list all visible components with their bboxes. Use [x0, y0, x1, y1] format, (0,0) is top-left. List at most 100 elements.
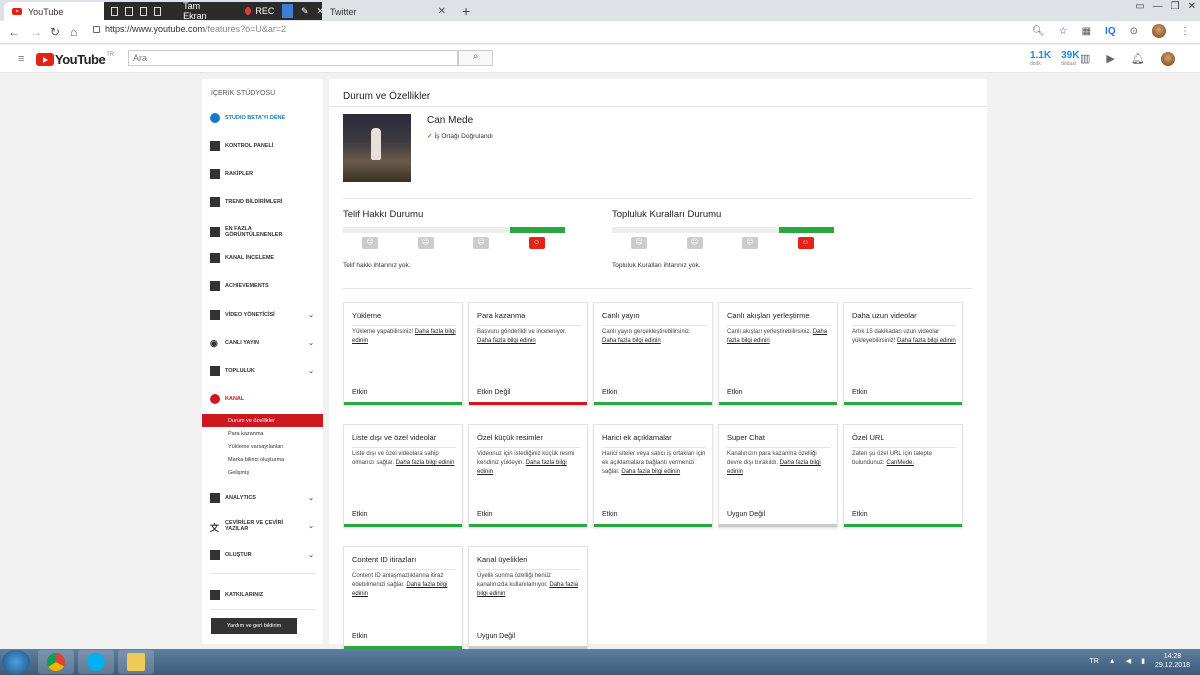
language-indicator[interactable]: TR — [1089, 658, 1098, 665]
clock[interactable]: 14:28 29.12.2018 — [1155, 652, 1190, 670]
sidebar-sub-advanced[interactable]: Gelişmiş — [202, 466, 323, 479]
sidebar-item-channel-review[interactable]: KANAL İNCELEME — [210, 251, 322, 265]
channel-thumbnail[interactable] — [343, 114, 411, 182]
notifications-bell-icon[interactable]: 🔔︎ — [1131, 52, 1145, 66]
learn-more-link[interactable]: CanMede. — [886, 460, 914, 466]
sidebar-sub-branding[interactable]: Marka bilinci oluşturma — [202, 453, 323, 466]
iq-extension-button[interactable]: IQ — [1105, 26, 1116, 37]
reload-icon[interactable]: ↻ — [50, 25, 60, 39]
show-hidden-icons-icon[interactable]: ▲ — [1109, 658, 1116, 665]
verified-status: ✓ İş Ortağı Doğrulandı — [427, 132, 493, 140]
header-actions: ▥ ▶︎ 🔔︎ — [1080, 52, 1175, 66]
sidebar-item-label: CANLI YAYIN — [225, 340, 260, 346]
sidebar-item-analytics[interactable]: ANALYTICS ⌄ — [210, 491, 322, 505]
feature-status-bar — [344, 524, 462, 527]
home-icon[interactable]: ⌂ — [70, 25, 77, 39]
close-tab-icon[interactable]: ✕ — [438, 6, 446, 17]
url-field[interactable]: https://www.youtube.com/features?o=U&ar=… — [93, 24, 286, 34]
sidebar-item-create[interactable]: OLUŞTUR ⌄ — [210, 548, 322, 562]
feature-status-bar — [594, 524, 712, 527]
minimize-icon[interactable]: — — [1153, 1, 1163, 12]
feature-title: Canlı akışları yerleştirme — [727, 311, 831, 326]
sidebar-item-trend-alerts[interactable]: TREND BİLDİRİMLERİ — [210, 195, 322, 209]
sidebar-item-achievements[interactable]: ACHIEVEMENTS — [210, 279, 322, 293]
sidebar-item-contributions[interactable]: KATKILARINIZ — [210, 588, 322, 602]
sad-face-icon: ☹ — [417, 237, 434, 249]
more-menu-icon[interactable]: ⋮ — [1180, 26, 1190, 37]
chevron-down-icon: ⌄ — [308, 495, 314, 502]
feature-status: Etkin — [852, 511, 868, 518]
crop-icon[interactable] — [153, 6, 162, 16]
zoom-icon[interactable]: 🔍︎ — [1032, 26, 1045, 37]
feature-status-bar — [844, 524, 962, 527]
feature-description: Kanalınızın para kazanma özelliği devre … — [727, 450, 831, 477]
bookmark-star-icon[interactable]: ☆ — [1059, 26, 1068, 37]
feature-description: Videonuz için istediğiniz küçük resmi ke… — [477, 450, 581, 477]
pen-icon[interactable]: ✎ — [301, 6, 309, 17]
tab-twitter[interactable]: Twitter ✕ — [322, 2, 454, 21]
start-button[interactable] — [2, 650, 30, 674]
forward-icon[interactable]: → — [30, 25, 42, 39]
stop-icon[interactable] — [282, 4, 293, 18]
volume-icon[interactable]: ◀ — [1126, 657, 1131, 665]
account-avatar[interactable] — [1160, 52, 1175, 66]
restore-icon[interactable]: ❐ — [1171, 1, 1180, 12]
sidebar-item-community[interactable]: TOPLULUK ⌄ — [210, 364, 322, 378]
sidebar-item-studio-beta[interactable]: STUDIO BETA'YI DENE — [210, 111, 322, 125]
feature-desc-text: Üyelik sunma özelliği henüz kanalınızda … — [477, 573, 552, 588]
sidebar-item-label: KANAL — [225, 396, 245, 402]
youtube-logo[interactable]: YouTube TR — [36, 52, 114, 67]
menu-icon[interactable] — [111, 6, 119, 16]
chrome-taskbar-button[interactable] — [38, 650, 74, 674]
chevron-down-icon: ⌄ — [308, 340, 314, 347]
extension-icon-2[interactable]: ⊙ — [1130, 26, 1138, 37]
learn-more-link[interactable]: Daha fazla bilgi edinin — [621, 469, 680, 475]
skype-taskbar-button[interactable] — [78, 650, 114, 674]
sidebar-item-translations[interactable]: 文 ÇEVİRİLER VE ÇEVİRİ YAZILAR ⌄ — [210, 517, 322, 535]
profile-icon[interactable]: ▭ — [1135, 1, 1144, 12]
close-window-icon[interactable]: ✕ — [1188, 1, 1196, 12]
window-icon[interactable] — [125, 6, 133, 16]
fullscreen-label[interactable]: Tam Ekran — [183, 1, 215, 21]
learn-more-link[interactable]: Daha fazla bilgi edinin — [477, 338, 536, 344]
feature-description: Zaten şu özel URL için talepte bulundunu… — [852, 450, 956, 468]
browser-profile-avatar[interactable] — [1152, 24, 1166, 38]
learn-more-link[interactable]: Daha fazla bilgi edinin — [897, 338, 956, 344]
sidebar-item-most-viewed[interactable]: EN FAZLA GÖRÜNTÜLENENLER — [210, 223, 322, 241]
new-tab-icon[interactable]: + — [462, 3, 470, 19]
feature-desc-text: Canlı akışları yerleştirebilirsiniz. — [727, 329, 812, 335]
sidebar-sub-monetization[interactable]: Para kazanma — [202, 427, 323, 440]
sidebar-item-channel[interactable]: KANAL — [210, 392, 322, 406]
feature-desc-text: Canlı yayın gerçekleştirebilirsiniz. — [602, 329, 691, 335]
extension-icon[interactable]: ▦ — [1082, 26, 1091, 37]
learn-more-link[interactable]: Daha fazla bilgi edinin — [602, 338, 661, 344]
sidebar-item-label: KONTROL PANELİ — [225, 143, 274, 149]
region-icon[interactable] — [139, 6, 147, 16]
upload-video-icon[interactable]: ▶︎ — [1106, 52, 1114, 66]
rec-button[interactable]: REC — [255, 6, 274, 16]
tab-title: Twitter — [330, 6, 357, 17]
sidebar-item-video-manager[interactable]: VİDEO YÖNETİCİSİ ⌄ — [210, 308, 322, 322]
help-feedback-button[interactable]: Yardım ve geri bildirim — [211, 618, 297, 634]
sidebar-sub-upload-defaults[interactable]: Yükleme varsayılanları — [202, 440, 323, 453]
chevron-down-icon: ⌄ — [308, 552, 314, 559]
sidebar-sub-status-features[interactable]: Durum ve özellikler — [202, 414, 323, 427]
sidebar-item-live[interactable]: ◉ CANLI YAYIN ⌄ — [210, 336, 322, 350]
learn-more-link[interactable]: Daha fazla bilgi edinin — [396, 460, 455, 466]
logo-region: TR — [106, 52, 115, 58]
person-figure — [371, 128, 381, 160]
meter-segment — [723, 227, 779, 233]
search-input[interactable]: Ara — [128, 50, 458, 66]
back-icon[interactable]: ← — [8, 25, 20, 39]
network-icon[interactable]: ▮ — [1141, 657, 1145, 665]
hamburger-menu-icon[interactable]: ≡ — [18, 53, 24, 65]
analytics-icon[interactable]: ▥ — [1080, 52, 1090, 66]
explorer-taskbar-button[interactable] — [118, 650, 154, 674]
verified-label: İş Ortağı Doğrulandı — [434, 133, 493, 140]
sidebar-item-dashboard[interactable]: KONTROL PANELİ — [210, 139, 322, 153]
feature-title: Para kazanma — [477, 311, 581, 326]
sidebar-item-competitors[interactable]: RAKİPLER — [210, 167, 322, 181]
url-host: https://www.youtube.com — [105, 24, 206, 34]
search-button[interactable]: ⌕ — [458, 50, 493, 66]
feature-status: Etkin Değil — [477, 389, 511, 396]
